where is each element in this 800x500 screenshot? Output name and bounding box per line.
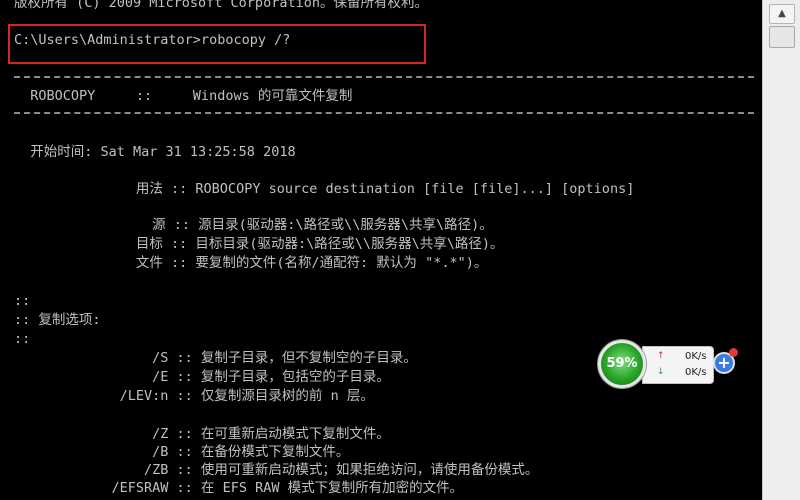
scroll-thumb[interactable]: [769, 26, 795, 48]
upload-speed: 0K/s: [685, 351, 707, 362]
option-e-line: /E :: 复制子目录，包括空的子目录。: [14, 369, 390, 385]
memory-usage-gauge[interactable]: 59%: [598, 340, 646, 388]
download-speed: 0K/s: [685, 367, 707, 378]
upload-arrow-icon: ↑: [657, 351, 665, 361]
option-zb-line: /ZB :: 使用可重新启动模式；如果拒绝访问，请使用备份模式。: [14, 462, 539, 478]
files-line: 文件 :: 要复制的文件(名称/通配符: 默认为 "*.*")。: [14, 255, 488, 271]
separator-rule-top: [14, 76, 754, 78]
download-arrow-icon: ↓: [657, 367, 665, 377]
copy-options-heading: :: 复制选项:: [14, 312, 101, 328]
option-efsraw-line: /EFSRAW :: 在 EFS RAW 模式下复制所有加密的文件。: [14, 480, 464, 496]
command-highlight-box: [8, 24, 426, 64]
vertical-scrollbar[interactable]: ▲: [762, 0, 800, 500]
separator-colons-2: ::: [14, 331, 31, 347]
network-speed-widget[interactable]: ↑ 0K/s ↓ 0K/s 59% +: [598, 340, 740, 388]
robocopy-header: ROBOCOPY :: Windows 的可靠文件复制: [14, 88, 353, 104]
option-z-line: /Z :: 在可重新启动模式下复制文件。: [14, 426, 390, 442]
speed-panel: ↑ 0K/s ↓ 0K/s: [642, 346, 714, 384]
option-lev-line: /LEV:n :: 仅复制源目录树的前 n 层。: [14, 388, 374, 404]
option-s-line: /S :: 复制子目录，但不复制空的子目录。: [14, 350, 417, 366]
console-window[interactable]: 版权所有 (C) 2009 Microsoft Corporation。保留所有…: [0, 0, 762, 500]
option-b-line: /B :: 在备份模式下复制文件。: [14, 444, 350, 460]
source-line: 源 :: 源目录(驱动器:\路径或\\服务器\共享\路径)。: [14, 217, 493, 233]
plus-icon: +: [717, 353, 731, 372]
separator-rule-bottom: [14, 112, 754, 114]
copyright-line: 版权所有 (C) 2009 Microsoft Corporation。保留所有…: [14, 0, 428, 11]
scroll-up-arrow-icon: ▲: [778, 8, 786, 19]
separator-colons-1: ::: [14, 293, 31, 309]
start-time-line: 开始时间: Sat Mar 31 13:25:58 2018: [14, 144, 296, 160]
scroll-up-button[interactable]: ▲: [769, 4, 795, 24]
notification-badge-icon: [729, 348, 738, 357]
target-line: 目标 :: 目标目录(驱动器:\路径或\\服务器\共享\路径)。: [14, 236, 504, 252]
memory-usage-percent: 59%: [606, 356, 638, 371]
usage-line: 用法 :: ROBOCOPY source destination [file …: [14, 181, 635, 197]
